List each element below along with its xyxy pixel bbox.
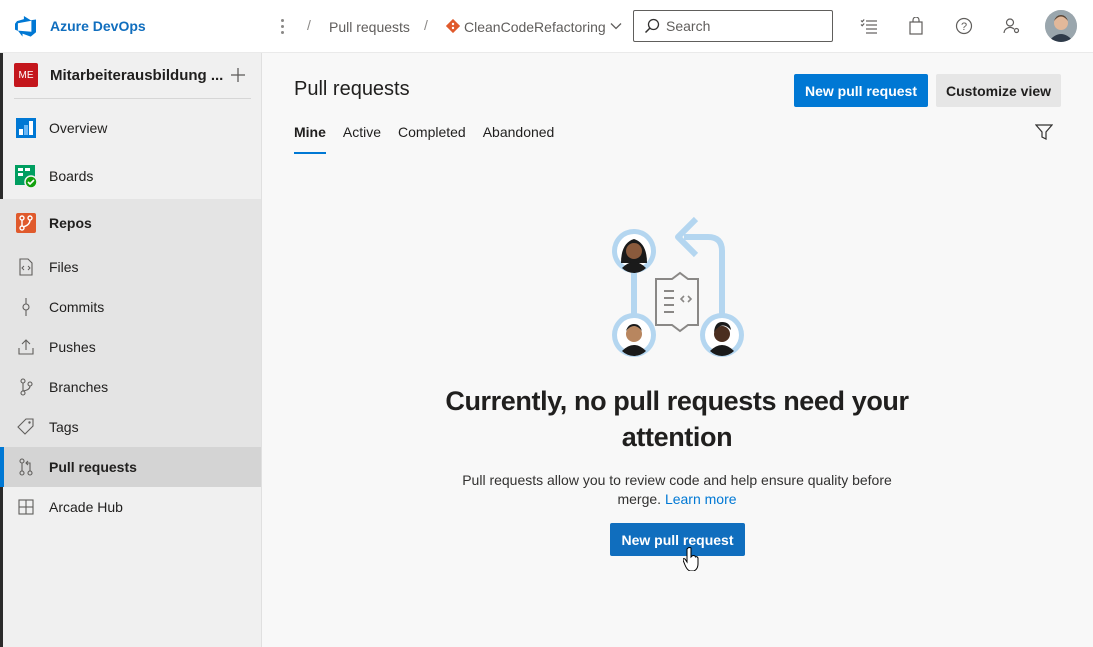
- brand[interactable]: Azure DevOps: [14, 14, 146, 38]
- breadcrumb-separator: /: [424, 17, 428, 33]
- grid-icon: [14, 495, 38, 519]
- user-avatar[interactable]: [1045, 10, 1077, 42]
- overview-icon: [14, 116, 38, 140]
- sidebar-item-label: Boards: [49, 168, 94, 184]
- top-bar: Azure DevOps / Pull requests / CleanCode…: [0, 0, 1093, 53]
- sidebar-item-label: Commits: [49, 299, 105, 315]
- breadcrumb-repo[interactable]: CleanCodeRefactoring: [464, 19, 606, 35]
- add-icon[interactable]: [226, 63, 250, 87]
- empty-state-description: Pull requests allow you to review code a…: [457, 471, 897, 509]
- breadcrumb-pull-requests[interactable]: Pull requests: [329, 19, 410, 35]
- tab-mine[interactable]: Mine: [294, 123, 326, 155]
- commits-icon: [14, 295, 38, 319]
- brand-name: Azure DevOps: [50, 18, 146, 34]
- shopping-bag-icon[interactable]: [906, 16, 926, 36]
- branches-icon: [14, 375, 38, 399]
- boards-icon: [14, 164, 38, 188]
- sidebar-item-label: Branches: [49, 379, 109, 395]
- chevron-down-icon[interactable]: [610, 20, 622, 32]
- svg-text:?: ?: [961, 21, 967, 33]
- empty-state-title: Currently, no pull requests need your at…: [445, 386, 909, 452]
- tab-abandoned[interactable]: Abandoned: [483, 123, 555, 155]
- filter-icon[interactable]: [1034, 122, 1054, 142]
- repos-icon: [14, 211, 38, 235]
- sidebar-item-files[interactable]: Files: [0, 247, 261, 287]
- empty-state-new-pull-request-button[interactable]: New pull request: [610, 523, 745, 556]
- sidebar-item-label: Pull requests: [49, 459, 137, 475]
- more-options-icon[interactable]: [275, 14, 289, 38]
- main-content: Pull requests New pull request Customize…: [262, 53, 1093, 647]
- project-badge: ME: [14, 63, 38, 87]
- sidebar-item-pushes[interactable]: Pushes: [0, 327, 261, 367]
- repos-group: Repos Files Commits Pushes Branches Tags…: [0, 199, 261, 487]
- search-box[interactable]: [633, 10, 833, 42]
- sidebar-item-label: Overview: [49, 120, 108, 136]
- tab-completed[interactable]: Completed: [398, 123, 466, 155]
- breadcrumb-separator: /: [307, 17, 311, 33]
- divider: [14, 98, 251, 99]
- user-settings-icon[interactable]: [1002, 16, 1022, 36]
- sidebar-item-repos[interactable]: Repos: [0, 199, 261, 247]
- sidebar-item-overview[interactable]: Overview: [0, 104, 261, 152]
- task-list-icon[interactable]: [859, 16, 879, 36]
- pushes-icon: [14, 335, 38, 359]
- project-header[interactable]: ME Mitarbeiterausbildung ...: [14, 63, 250, 87]
- sidebar-item-boards[interactable]: Boards: [0, 152, 261, 200]
- sidebar-item-label: Tags: [49, 419, 79, 435]
- sidebar-item-commits[interactable]: Commits: [0, 287, 261, 327]
- pull-request-icon: [14, 455, 38, 479]
- search-input[interactable]: [666, 18, 816, 34]
- project-name: Mitarbeiterausbildung ...: [50, 66, 224, 84]
- learn-more-link[interactable]: Learn more: [665, 491, 737, 507]
- search-icon: [644, 18, 660, 34]
- sidebar-item-label: Pushes: [49, 339, 96, 355]
- sidebar-item-label: Repos: [49, 215, 92, 231]
- git-repo-icon: [446, 19, 460, 33]
- sidebar: ME Mitarbeiterausbildung ... Overview Bo…: [0, 53, 262, 647]
- sidebar-item-label: Arcade Hub: [49, 499, 123, 515]
- pr-tabs: Mine Active Completed Abandoned: [294, 123, 571, 155]
- new-pull-request-button[interactable]: New pull request: [794, 74, 928, 107]
- tab-active[interactable]: Active: [343, 123, 381, 155]
- help-icon[interactable]: ?: [954, 16, 974, 36]
- sidebar-item-pull-requests[interactable]: Pull requests: [0, 447, 261, 487]
- sidebar-item-branches[interactable]: Branches: [0, 367, 261, 407]
- sidebar-item-tags[interactable]: Tags: [0, 407, 261, 447]
- files-icon: [14, 255, 38, 279]
- hand-cursor-icon: [683, 547, 699, 571]
- azure-devops-logo-icon: [15, 16, 36, 37]
- sidebar-item-arcade-hub[interactable]: Arcade Hub: [0, 487, 261, 527]
- pull-request-illustration-icon: [612, 216, 744, 357]
- page-title: Pull requests: [294, 78, 410, 100]
- tags-icon: [14, 415, 38, 439]
- sidebar-item-label: Files: [49, 259, 79, 275]
- customize-view-button[interactable]: Customize view: [936, 74, 1061, 107]
